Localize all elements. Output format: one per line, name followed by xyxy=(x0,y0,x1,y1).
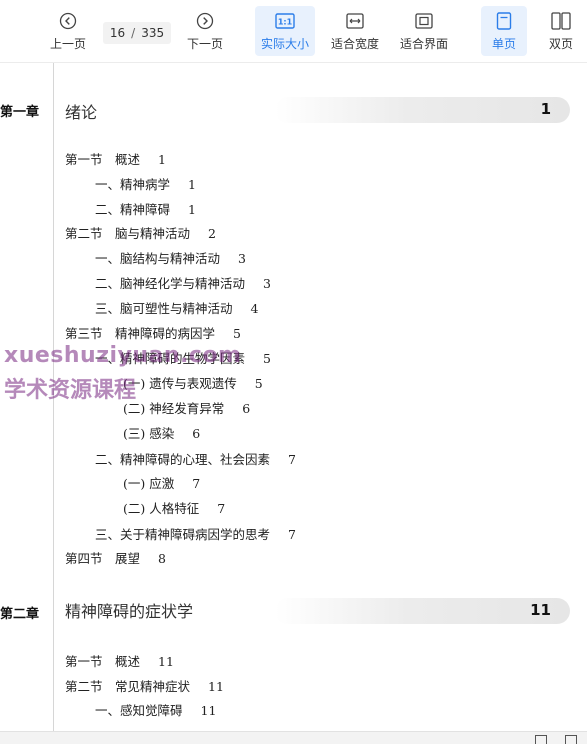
toc-entry-page: 3 xyxy=(238,251,246,266)
toc-entry-text: 二、精神障碍的心理、社会因素 xyxy=(95,452,271,467)
toc-entry-page: 11 xyxy=(158,654,174,669)
fit-page-button[interactable]: 适合界面 xyxy=(396,6,452,56)
toc-entry-page: 7 xyxy=(217,501,226,516)
page-number-box[interactable]: 16 / 335 xyxy=(103,22,171,44)
watermark-text: xueshuziyuan.com xyxy=(4,343,242,368)
double-page-label: 双页 xyxy=(548,37,573,51)
double-page-button[interactable]: 双页 xyxy=(539,6,583,56)
toc-entry[interactable]: 第二节 脑与精神活动 2 xyxy=(65,223,216,242)
toc-entry[interactable]: (二) 人格特征 7 xyxy=(123,498,225,517)
toc-entry-page: 11 xyxy=(200,703,217,718)
toc-entry[interactable]: (三) 感染 6 xyxy=(123,423,200,442)
fit-width-button[interactable]: 适合宽度 xyxy=(327,6,383,56)
toc-entry-text: 一、精神病学 xyxy=(95,177,171,192)
toc-entry-page: 7 xyxy=(288,452,296,467)
toc-entry-text: 第一节 概述 xyxy=(65,654,141,669)
chevron-right-circle-icon xyxy=(196,10,214,32)
actual-size-icon: 1:1 xyxy=(275,10,295,32)
toc-entry-page: 1 xyxy=(188,202,196,217)
toc-entry-page: 1 xyxy=(158,152,166,167)
toc-entry-page: 5 xyxy=(263,351,271,366)
fit-page-icon xyxy=(415,10,433,32)
toc-entry-page: 6 xyxy=(192,426,201,441)
toc-entry-text: 二、精神障碍 xyxy=(95,202,171,217)
toc-entry[interactable]: 第四节 展望 8 xyxy=(65,548,166,567)
toc-entry-text: 三、脑可塑性与精神活动 xyxy=(95,301,233,316)
toc-entry-text: 二、脑神经化学与精神活动 xyxy=(95,276,246,291)
toc-entry-text: (二) 神经发育异常 xyxy=(123,401,225,416)
toc-entry-text: 第二节 脑与精神活动 xyxy=(65,226,191,241)
chapter-1-bar xyxy=(275,97,570,123)
toc-entry-text: 第四节 展望 xyxy=(65,551,141,566)
chapter-1-label: 第一章 xyxy=(0,105,40,120)
toc-entry[interactable]: (二) 神经发育异常 6 xyxy=(123,398,250,417)
toc-entry-text: 一、感知觉障碍 xyxy=(95,703,183,718)
toc-entry-text: 第二节 常见精神症状 xyxy=(65,679,191,694)
chapter-2-bar xyxy=(275,598,570,624)
toc-entry-text: (二) 人格特征 xyxy=(123,501,200,516)
prev-page-button[interactable]: 上一页 xyxy=(45,6,91,56)
toc-entry[interactable]: 二、脑神经化学与精神活动 3 xyxy=(95,273,271,292)
next-page-label: 下一页 xyxy=(186,37,223,51)
single-page-button[interactable]: 单页 xyxy=(481,6,527,56)
page-separator: / xyxy=(131,26,136,40)
current-page-input[interactable]: 16 xyxy=(110,26,125,40)
chapter-2-page: 11 xyxy=(530,601,551,619)
toc-entry[interactable]: 一、感知觉障碍 11 xyxy=(95,700,216,719)
toc-entry[interactable]: 三、关于精神障碍病因学的思考 7 xyxy=(95,524,296,543)
prev-page-label: 上一页 xyxy=(49,37,86,51)
single-page-label: 单页 xyxy=(491,37,516,51)
chapter-1-page: 1 xyxy=(540,100,551,118)
svg-text:1:1: 1:1 xyxy=(278,18,293,27)
toc-entry-text: (三) 感染 xyxy=(123,426,175,441)
toc-entry-page: 11 xyxy=(208,679,224,694)
toc-entry-text: 一、脑结构与精神活动 xyxy=(95,251,221,266)
viewer-toolbar: 上一页 16 / 335 下一页 1:1 实际大小 适合宽度 适合界面 单页 双… xyxy=(0,0,587,63)
toc-entry-page: 1 xyxy=(188,177,196,192)
toc-entry-page: 4 xyxy=(250,301,259,316)
toc-entry-text: (一) 遗传与表观遗传 xyxy=(123,376,237,391)
toc-entry[interactable]: 二、精神障碍的心理、社会因素 7 xyxy=(95,449,296,468)
toc-entry-page: 7 xyxy=(192,476,201,491)
fit-page-label: 适合界面 xyxy=(399,37,448,51)
toc-entry[interactable]: 二、精神障碍 1 xyxy=(95,199,196,218)
fit-width-label: 适合宽度 xyxy=(330,37,379,51)
double-page-icon xyxy=(551,10,571,32)
fit-width-icon xyxy=(346,10,364,32)
toc-entry[interactable]: (一) 遗传与表观遗传 5 xyxy=(123,373,263,392)
chapter-1-title: 绪论 xyxy=(65,103,98,122)
chapter-2-label: 第二章 xyxy=(0,607,40,622)
toc-entry[interactable]: (一) 应激 7 xyxy=(123,473,200,492)
toc-entry-page: 6 xyxy=(242,401,251,416)
toc-entry[interactable]: 三、脑可塑性与精神活动 4 xyxy=(95,298,258,317)
watermark-text-cn: 学术资源课程 xyxy=(4,378,137,403)
toc-entry[interactable]: 第一节 概述 1 xyxy=(65,149,166,168)
toc-entry[interactable]: 第三节 精神障碍的病因学 5 xyxy=(65,323,241,342)
toc-entry[interactable]: 一、脑结构与精神活动 3 xyxy=(95,248,246,267)
toc-entry-text: 三、关于精神障碍病因学的思考 xyxy=(95,527,271,542)
bottom-status-bar xyxy=(0,731,587,744)
next-page-button[interactable]: 下一页 xyxy=(182,6,228,56)
chapter-2-title: 精神障碍的症状学 xyxy=(65,602,194,621)
chevron-left-circle-icon xyxy=(59,10,77,32)
toc-entry-page: 3 xyxy=(263,276,271,291)
toc-entry-text: (一) 应激 xyxy=(123,476,175,491)
toc-entry-page: 2 xyxy=(208,226,216,241)
toc-entry-text: 第三节 精神障碍的病因学 xyxy=(65,326,216,341)
toc-entry-page: 5 xyxy=(233,326,241,341)
actual-size-label: 实际大小 xyxy=(260,37,309,51)
total-pages: 335 xyxy=(141,26,165,40)
toc-entry-text: 第一节 概述 xyxy=(65,152,141,167)
toc-entry-page: 7 xyxy=(288,527,296,542)
toc-entry-page: 8 xyxy=(158,551,166,566)
toc-entry[interactable]: 一、精神病学 1 xyxy=(95,174,196,193)
toc-entry[interactable]: 第一节 概述 11 xyxy=(65,651,174,670)
single-page-icon xyxy=(496,10,512,32)
actual-size-button[interactable]: 1:1 实际大小 xyxy=(255,6,315,56)
toc-entry-page: 5 xyxy=(254,376,263,391)
toc-entry[interactable]: 第二节 常见精神症状 11 xyxy=(65,676,224,695)
